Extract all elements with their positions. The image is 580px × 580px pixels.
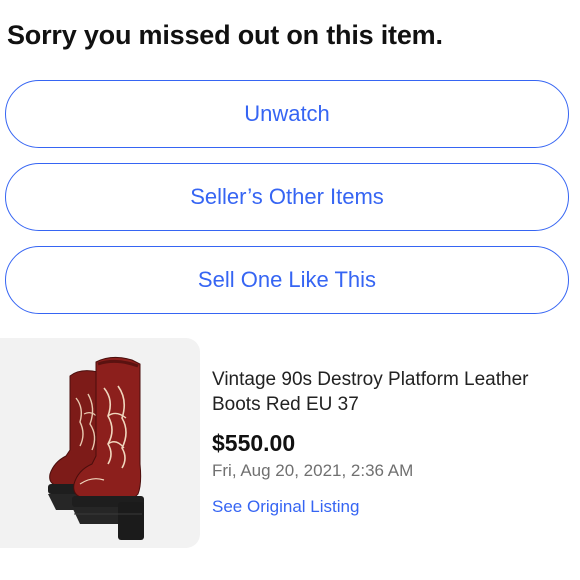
listing-card[interactable]: Vintage 90s Destroy Platform Leather Boo… — [0, 338, 580, 553]
listing-title[interactable]: Vintage 90s Destroy Platform Leather Boo… — [212, 367, 577, 417]
listing-end-date: Fri, Aug 20, 2021, 2:36 AM — [212, 461, 414, 480]
boots-photo-icon — [48, 356, 144, 540]
item-thumbnail[interactable] — [0, 338, 200, 548]
listing-price: $550.00 — [212, 430, 296, 456]
see-original-listing-link[interactable]: See Original Listing — [212, 497, 359, 517]
sell-one-like-this-button[interactable]: Sell One Like This — [5, 246, 569, 314]
sellers-other-items-button[interactable]: Seller’s Other Items — [5, 163, 569, 231]
page-title: Sorry you missed out on this item. — [7, 20, 443, 50]
sold-item-page: Sorry you missed out on this item. Unwat… — [0, 0, 580, 580]
unwatch-button[interactable]: Unwatch — [5, 80, 569, 148]
